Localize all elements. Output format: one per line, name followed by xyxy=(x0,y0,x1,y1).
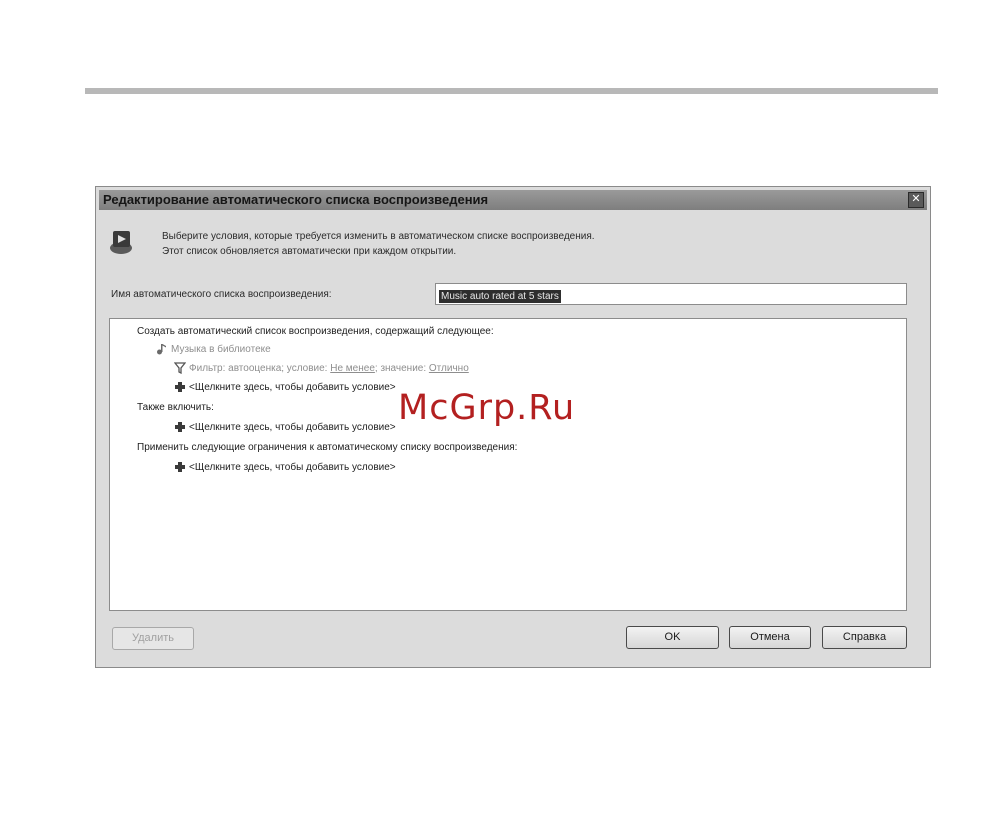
instructions-line-1: Выберите условия, которые требуется изме… xyxy=(162,231,595,242)
delete-button[interactable]: Удалить xyxy=(112,627,194,650)
filter-condition-link[interactable]: Не менее xyxy=(330,363,375,374)
add-condition-1-label: <Щелкните здесь, чтобы добавить условие> xyxy=(189,381,396,393)
add-condition-2[interactable]: <Щелкните здесь, чтобы добавить условие> xyxy=(174,421,396,433)
title-bar[interactable]: Редактирование автоматического списка во… xyxy=(99,190,927,210)
add-condition-3-label: <Щелкните здесь, чтобы добавить условие> xyxy=(189,461,396,473)
top-rule xyxy=(85,88,938,94)
library-item[interactable]: Музыка в библиотеке xyxy=(156,343,271,355)
music-note-icon xyxy=(157,344,166,355)
instructions-line-2: Этот список обновляется автоматически пр… xyxy=(162,246,457,257)
playlist-icon xyxy=(110,231,132,254)
playlist-name-input[interactable]: Music auto rated at 5 stars xyxy=(435,283,907,305)
dialog-title: Редактирование автоматического списка во… xyxy=(103,192,489,207)
plus-icon xyxy=(175,462,185,472)
playlist-name-label: Имя автоматического списка воспроизведен… xyxy=(111,289,332,300)
filter-rule: Фильтр: автооценка; условие: Не менее; з… xyxy=(174,362,469,374)
limits-heading: Применить следующие ограничения к автома… xyxy=(137,442,518,453)
add-condition-2-label: <Щелкните здесь, чтобы добавить условие> xyxy=(189,421,396,433)
plus-icon xyxy=(175,382,185,392)
add-condition-1[interactable]: <Щелкните здесь, чтобы добавить условие> xyxy=(174,381,396,393)
library-item-label: Музыка в библиотеке xyxy=(171,343,271,355)
cancel-button[interactable]: Отмена xyxy=(729,626,811,649)
add-condition-3[interactable]: <Щелкните здесь, чтобы добавить условие> xyxy=(174,461,396,473)
help-button[interactable]: Справка xyxy=(822,626,907,649)
filter-value-link[interactable]: Отлично xyxy=(429,363,469,374)
criteria-panel: Создать автоматический список воспроизве… xyxy=(109,318,907,611)
filter-icon xyxy=(174,362,186,374)
also-include-heading: Также включить: xyxy=(137,402,214,413)
create-heading: Создать автоматический список воспроизве… xyxy=(137,326,494,337)
ok-button[interactable]: OK xyxy=(626,626,719,649)
filter-mid: ; значение: xyxy=(374,362,427,374)
close-button[interactable]: ✕ xyxy=(908,192,924,208)
dialog-instructions: Выберите условия, которые требуется изме… xyxy=(162,229,595,259)
filter-prefix: Фильтр: автооценка; условие: xyxy=(189,362,328,374)
plus-icon xyxy=(175,422,185,432)
watermark: McGrp.Ru xyxy=(398,388,576,428)
playlist-name-value: Music auto rated at 5 stars xyxy=(439,290,561,303)
